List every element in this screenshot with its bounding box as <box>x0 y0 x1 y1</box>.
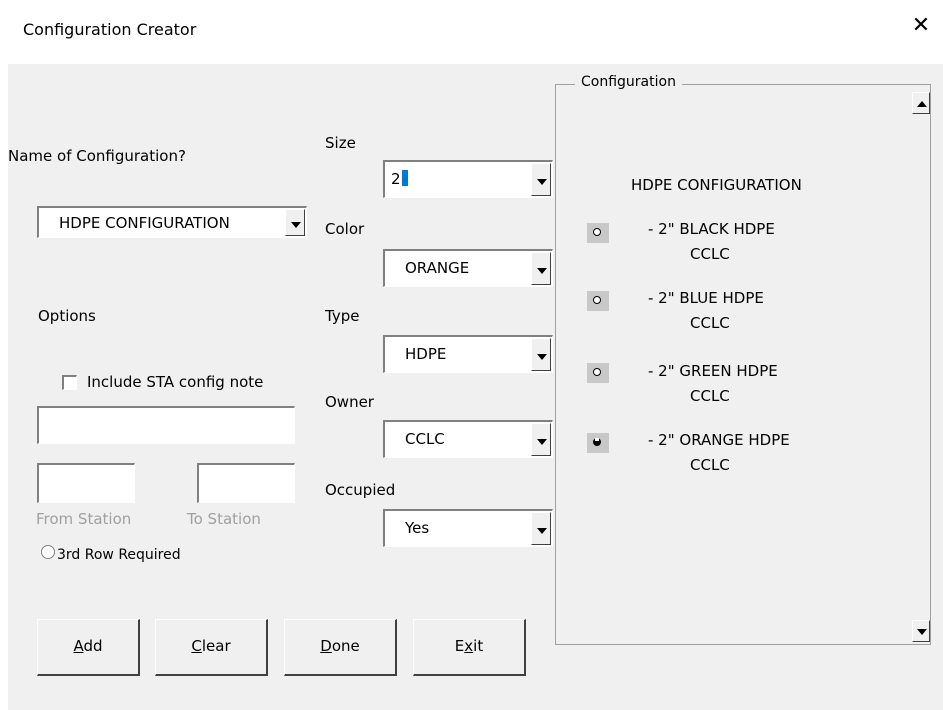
exit-button[interactable]: Exit <box>413 619 526 676</box>
chevron-down-icon <box>537 528 547 534</box>
color-combo[interactable]: ORANGE <box>383 249 553 287</box>
third-row-label[interactable]: 3rd Row Required <box>57 547 181 563</box>
config-item-option[interactable] <box>587 291 609 311</box>
include-sta-checkbox[interactable] <box>62 375 77 390</box>
radio-icon <box>593 368 601 376</box>
owner-combo[interactable]: CCLC <box>383 420 553 458</box>
config-name-value: HDPE CONFIGURATION <box>59 214 230 232</box>
from-station-label: From Station <box>36 510 132 528</box>
size-dropdown-button[interactable] <box>531 163 551 196</box>
occupied-dropdown-button[interactable] <box>531 512 551 545</box>
occupied-label: Occupied <box>325 481 396 499</box>
config-item-option[interactable] <box>587 433 609 453</box>
arrow-down-icon <box>917 629 927 635</box>
config-item-option[interactable] <box>587 363 609 383</box>
done-button[interactable]: Done <box>284 619 397 676</box>
to-station-input[interactable] <box>197 463 295 503</box>
config-name-label: Name of Configuration? <box>8 147 186 165</box>
add-button[interactable]: Add <box>37 619 140 676</box>
config-item-line2: CCLC <box>690 314 730 332</box>
scroll-up-button[interactable] <box>912 92 930 114</box>
config-item-line1: - 2" GREEN HDPE <box>648 362 778 380</box>
config-item-line1: - 2" BLUE HDPE <box>648 289 764 307</box>
from-station-input[interactable] <box>37 463 135 503</box>
options-label: Options <box>38 307 96 325</box>
type-combo[interactable]: HDPE <box>383 335 553 373</box>
configuration-scrollbar[interactable] <box>912 85 930 643</box>
radio-selected-icon <box>593 438 601 446</box>
size-label: Size <box>325 134 356 152</box>
occupied-value: Yes <box>405 519 430 537</box>
radio-icon <box>593 296 601 304</box>
color-value: ORANGE <box>405 259 470 277</box>
chevron-down-icon <box>537 354 547 360</box>
type-dropdown-button[interactable] <box>531 338 551 371</box>
radio-icon <box>593 228 601 236</box>
color-dropdown-button[interactable] <box>531 252 551 285</box>
config-name-dropdown-button[interactable] <box>285 209 305 236</box>
color-label: Color <box>325 220 365 238</box>
config-name-combo[interactable]: HDPE CONFIGURATION <box>37 206 307 238</box>
owner-label: Owner <box>325 393 374 411</box>
config-item-line2: CCLC <box>690 245 730 263</box>
size-value: 2 <box>391 170 401 188</box>
chevron-down-icon <box>291 222 301 228</box>
chevron-down-icon <box>537 268 547 274</box>
config-item-option[interactable] <box>587 223 609 243</box>
close-icon[interactable]: ✕ <box>911 14 931 38</box>
include-sta-label[interactable]: Include STA config note <box>87 373 263 391</box>
type-value: HDPE <box>405 345 447 363</box>
configuration-frame-label: Configuration <box>575 74 682 90</box>
title-bar: Configuration Creator ✕ <box>0 0 943 64</box>
owner-value: CCLC <box>405 430 445 448</box>
config-item-line2: CCLC <box>690 387 730 405</box>
clear-button[interactable]: Clear <box>155 619 268 676</box>
window-title: Configuration Creator <box>23 20 197 39</box>
to-station-label: To Station <box>187 510 261 528</box>
third-row-radio[interactable] <box>41 545 55 559</box>
size-combo[interactable]: 2 <box>383 160 553 198</box>
occupied-combo[interactable]: Yes <box>383 509 553 547</box>
config-item-line1: - 2" ORANGE HDPE <box>648 431 790 449</box>
owner-dropdown-button[interactable] <box>531 423 551 456</box>
sta-note-input[interactable] <box>37 406 295 444</box>
type-label: Type <box>325 307 360 325</box>
text-cursor <box>401 170 408 186</box>
config-item-line2: CCLC <box>690 456 730 474</box>
config-item-line1: - 2" BLACK HDPE <box>648 220 775 238</box>
chevron-down-icon <box>537 179 547 185</box>
configuration-heading: HDPE CONFIGURATION <box>631 176 802 194</box>
arrow-up-icon <box>917 101 927 107</box>
scroll-down-button[interactable] <box>912 620 930 642</box>
chevron-down-icon <box>537 439 547 445</box>
